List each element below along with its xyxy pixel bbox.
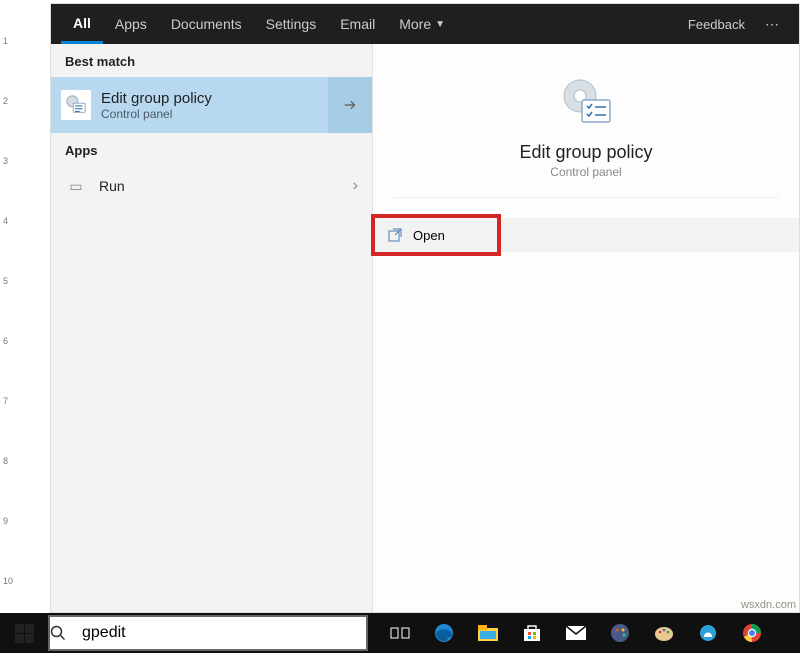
- search-filter-tabs: All Apps Documents Settings Email More▼ …: [51, 4, 799, 44]
- watermark: wsxdn.com: [741, 599, 796, 611]
- more-options-icon[interactable]: ⋯: [757, 16, 789, 33]
- best-match-result[interactable]: Edit group policy Control panel: [51, 77, 372, 133]
- task-view-icon[interactable]: [378, 613, 422, 653]
- microsoft-store-icon[interactable]: [510, 613, 554, 653]
- run-icon: ▭: [65, 178, 87, 195]
- tab-settings[interactable]: Settings: [254, 4, 329, 44]
- chrome-icon[interactable]: [730, 613, 774, 653]
- taskbar: [0, 613, 800, 653]
- tab-email[interactable]: Email: [328, 4, 387, 44]
- best-match-subtitle: Control panel: [101, 107, 212, 121]
- feedback-link[interactable]: Feedback: [676, 17, 757, 32]
- taskbar-icons: [378, 613, 774, 653]
- chevron-down-icon: ▼: [435, 19, 445, 30]
- open-label: Open: [413, 228, 445, 243]
- expand-arrow-icon[interactable]: [328, 77, 372, 133]
- mspaint-icon[interactable]: [642, 613, 686, 653]
- open-action[interactable]: Open: [373, 218, 799, 252]
- tab-apps[interactable]: Apps: [103, 4, 159, 44]
- windows-logo-icon: [15, 624, 34, 643]
- apps-heading: Apps: [51, 133, 372, 166]
- search-icon: [50, 625, 82, 641]
- mail-icon[interactable]: [554, 613, 598, 653]
- file-explorer-icon[interactable]: [466, 613, 510, 653]
- detail-column: Edit group policy Control panel Open: [373, 44, 799, 612]
- tab-documents[interactable]: Documents: [159, 4, 254, 44]
- tab-all[interactable]: All: [61, 4, 103, 44]
- paint-app-icon[interactable]: [598, 613, 642, 653]
- results-column: Best match Edit group policy Control pan…: [51, 44, 373, 612]
- vertical-ruler: 1 2 3 4 5 6 7 8 9 10: [0, 0, 20, 653]
- apps-result-run[interactable]: ▭ Run ›: [51, 166, 372, 206]
- edge-icon[interactable]: [422, 613, 466, 653]
- best-match-title: Edit group policy: [101, 90, 212, 107]
- start-search-panel: All Apps Documents Settings Email More▼ …: [50, 3, 800, 613]
- control-panel-icon: [61, 90, 91, 120]
- detail-subtitle: Control panel: [393, 165, 779, 179]
- tab-more[interactable]: More▼: [387, 4, 457, 44]
- apps-result-label: Run: [99, 178, 353, 194]
- search-input[interactable]: [82, 617, 366, 649]
- detail-header: Edit group policy Control panel: [393, 44, 779, 198]
- best-match-heading: Best match: [51, 44, 372, 77]
- taskbar-search[interactable]: [48, 615, 368, 651]
- search-body: Best match Edit group policy Control pan…: [51, 44, 799, 612]
- chevron-right-icon: ›: [353, 177, 358, 195]
- detail-title: Edit group policy: [393, 142, 779, 163]
- open-icon: [387, 227, 405, 243]
- start-button[interactable]: [0, 613, 48, 653]
- app-icon-blue[interactable]: [686, 613, 730, 653]
- group-policy-icon: [558, 74, 614, 130]
